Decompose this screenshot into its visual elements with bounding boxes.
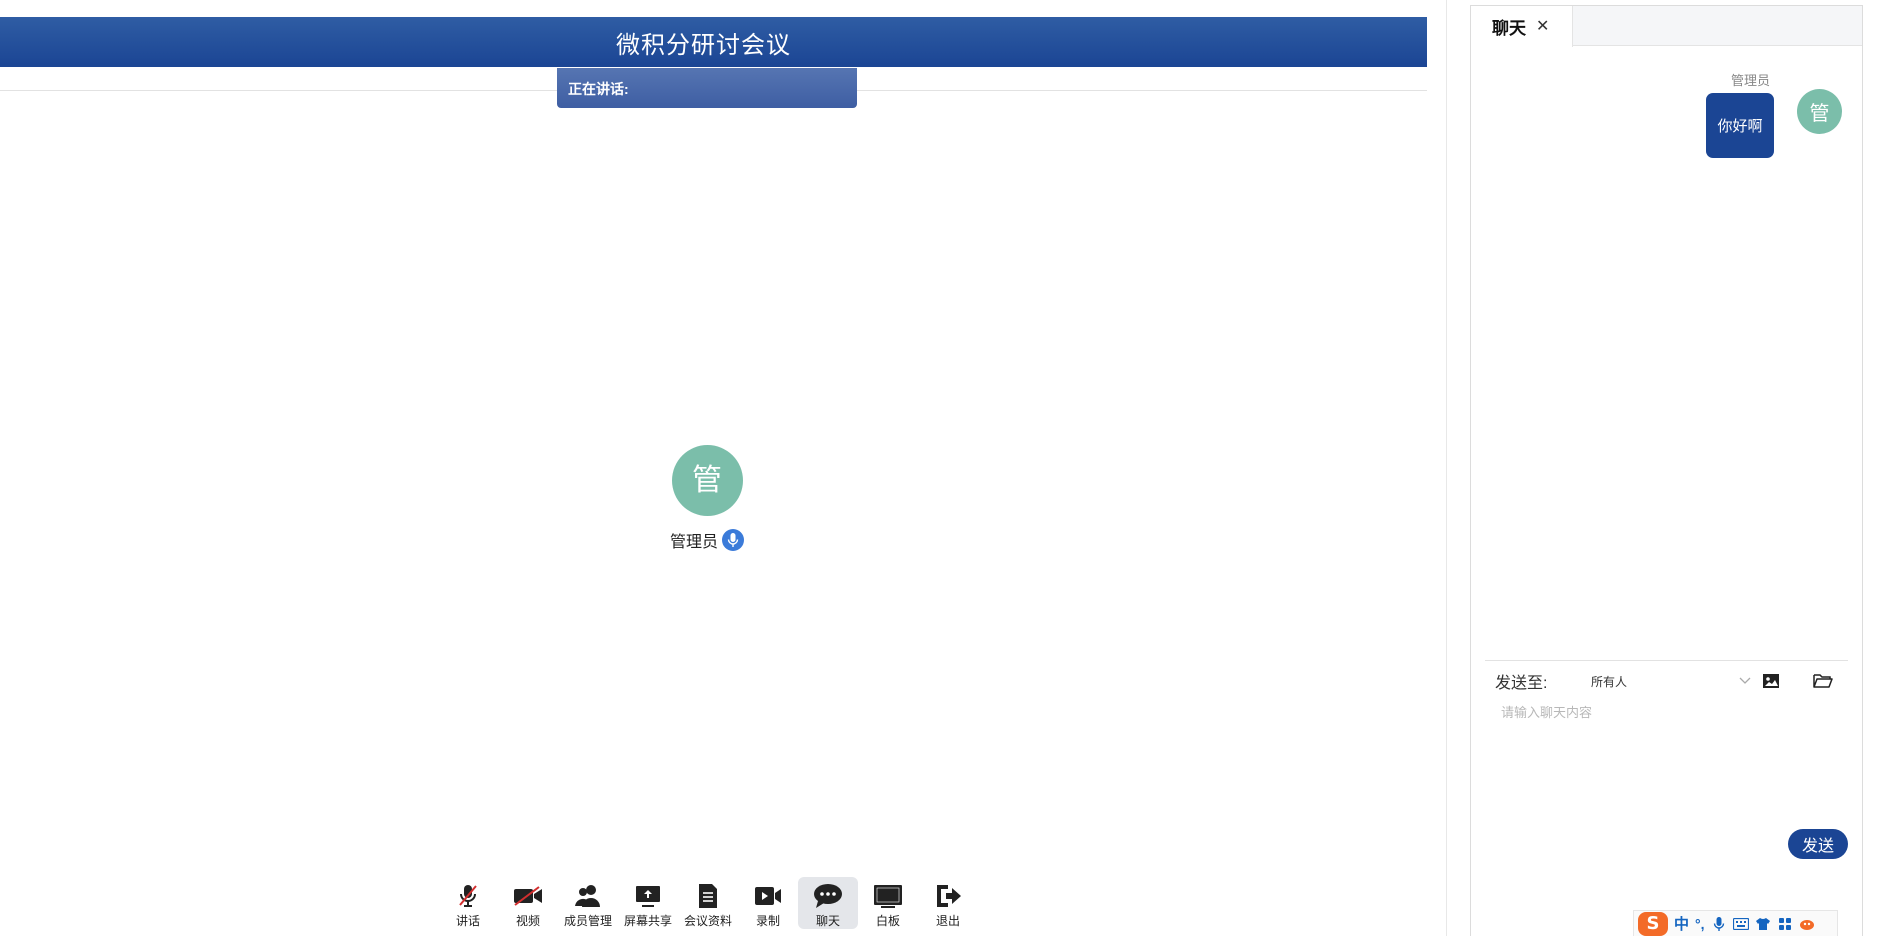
meeting-main-area: 微积分研讨会议 正在讲话: 管 管理员 讲话 视频 成员管理 屏幕共享 会议资料… bbox=[0, 0, 1427, 936]
compose-divider bbox=[1485, 660, 1848, 661]
tab-chat-label: 聊天 bbox=[1492, 19, 1526, 38]
message-bubble: 你好啊 bbox=[1706, 93, 1774, 158]
meeting-title: 微积分研讨会议 bbox=[616, 31, 791, 59]
mic-icon[interactable] bbox=[1711, 916, 1727, 932]
toolbar-talk-button[interactable]: 讲话 bbox=[438, 877, 498, 929]
document-icon bbox=[693, 882, 723, 910]
screen-share-icon bbox=[633, 882, 663, 910]
members-icon bbox=[573, 882, 603, 910]
send-to-row: 发送至: 所有人 bbox=[1495, 666, 1845, 696]
toolbar-label: 聊天 bbox=[815, 914, 840, 928]
pane-divider bbox=[1446, 0, 1447, 936]
send-to-value: 所有人 bbox=[1591, 674, 1628, 689]
chat-panel: 聊天 ✕ 管理员 你好啊 管 发送至: 所有人 请输入聊天内容 发送 bbox=[1470, 5, 1863, 936]
send-to-label: 发送至: bbox=[1495, 675, 1548, 692]
meeting-header: 微积分研讨会议 bbox=[0, 17, 1427, 67]
presenter-name: 管理员 bbox=[669, 534, 718, 551]
presenter-tile: 管 管理员 bbox=[660, 445, 754, 552]
toolbar-label: 视频 bbox=[515, 914, 540, 928]
send-to-select[interactable]: 所有人 bbox=[1591, 673, 1751, 690]
presenter-name-row: 管理员 bbox=[660, 528, 754, 552]
ime-toolbar: S 中 °, bbox=[1633, 910, 1838, 936]
toolbar-label: 讲话 bbox=[455, 914, 480, 928]
toolbar-exit-button[interactable]: 退出 bbox=[918, 877, 978, 929]
apps-icon[interactable] bbox=[1777, 916, 1793, 932]
chat-icon bbox=[813, 882, 843, 910]
exit-icon bbox=[933, 882, 963, 910]
speaking-label: 正在讲话: bbox=[568, 81, 629, 97]
toolbar-whiteboard-button[interactable]: 白板 bbox=[858, 877, 918, 929]
toolbar-members-button[interactable]: 成员管理 bbox=[558, 877, 618, 929]
presenter-avatar: 管 bbox=[671, 445, 743, 516]
toolbar-label: 白板 bbox=[875, 914, 900, 928]
toolbar-record-button[interactable]: 录制 bbox=[738, 877, 798, 929]
message-sender: 管理员 bbox=[1730, 73, 1770, 88]
toolbar-label: 会议资料 bbox=[683, 914, 732, 928]
toolbar-label: 屏幕共享 bbox=[623, 914, 672, 928]
image-icon[interactable] bbox=[1759, 669, 1783, 693]
ime-logo[interactable]: S bbox=[1638, 911, 1668, 936]
meeting-toolbar: 讲话 视频 成员管理 屏幕共享 会议资料 录制 聊天 白板 退出 bbox=[438, 877, 978, 935]
mic-off-icon bbox=[453, 882, 483, 910]
toolbar-documents-button[interactable]: 会议资料 bbox=[678, 877, 738, 929]
toolbar-label: 退出 bbox=[935, 914, 960, 928]
toolbar-video-button[interactable]: 视频 bbox=[498, 877, 558, 929]
toolbar-screen-share-button[interactable]: 屏幕共享 bbox=[618, 877, 678, 929]
attachment-actions bbox=[1759, 666, 1835, 696]
toolbar-label: 录制 bbox=[755, 914, 780, 928]
toolbar-chat-button[interactable]: 聊天 bbox=[798, 877, 858, 929]
chevron-down-icon bbox=[1739, 674, 1751, 688]
mascot-icon[interactable] bbox=[1799, 916, 1815, 932]
video-off-icon bbox=[513, 882, 543, 910]
send-button[interactable]: 发送 bbox=[1788, 829, 1848, 859]
ime-punctuation-toggle[interactable]: °, bbox=[1695, 916, 1705, 932]
record-icon bbox=[753, 882, 783, 910]
tab-chat[interactable]: 聊天 ✕ bbox=[1471, 6, 1573, 47]
chat-tab-bar: 聊天 ✕ bbox=[1471, 6, 1862, 47]
skin-icon[interactable] bbox=[1755, 916, 1771, 932]
avatar: 管 bbox=[1797, 89, 1842, 134]
mic-active-icon bbox=[722, 529, 744, 551]
ime-mode-toggle[interactable]: 中 bbox=[1674, 913, 1689, 934]
chat-input[interactable] bbox=[1501, 702, 1841, 822]
folder-icon[interactable] bbox=[1811, 669, 1835, 693]
speaking-indicator: 正在讲话: bbox=[557, 68, 857, 108]
toolbar-label: 成员管理 bbox=[563, 914, 612, 928]
close-icon[interactable]: ✕ bbox=[1536, 18, 1549, 35]
whiteboard-icon bbox=[873, 882, 903, 910]
keyboard-icon[interactable] bbox=[1732, 916, 1749, 932]
